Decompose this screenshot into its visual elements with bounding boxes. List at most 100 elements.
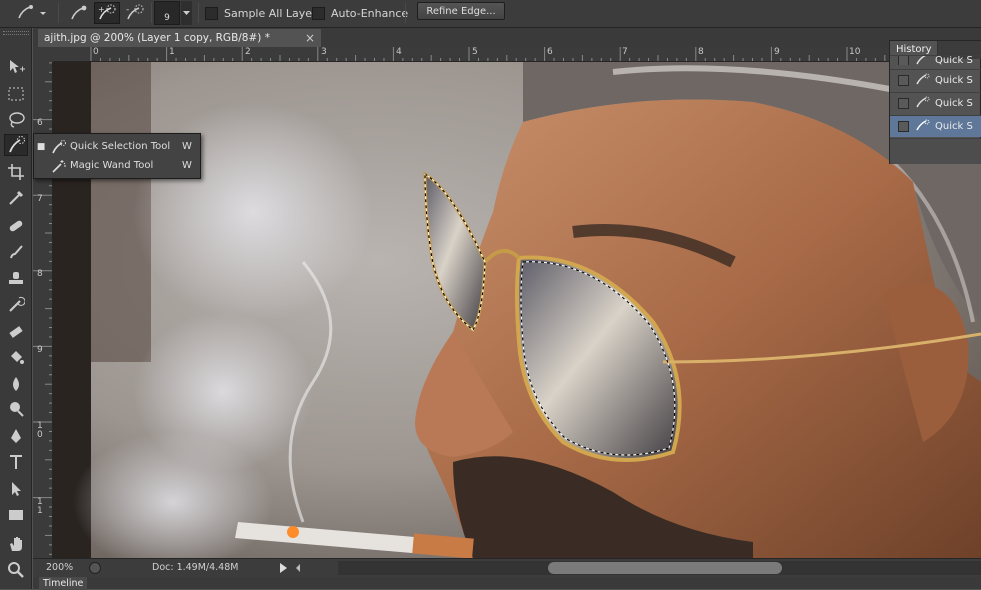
flyout-item-shortcut: W <box>182 141 192 152</box>
paint-bucket-tool[interactable] <box>4 346 28 368</box>
flyout-item-shortcut: W <box>182 160 192 171</box>
quick-selection-icon <box>915 56 935 65</box>
ruler-label: 2 <box>245 47 251 57</box>
history-snapshot-checkbox[interactable] <box>898 121 909 132</box>
ruler-label: 9 <box>774 47 780 57</box>
healing-brush-tool[interactable] <box>4 215 28 237</box>
checkbox-box <box>205 6 218 20</box>
ruler-label: 3 <box>321 47 327 57</box>
dodge-tool[interactable] <box>4 398 28 420</box>
pen-icon <box>11 429 21 443</box>
history-row-label: Quick S <box>935 55 973 65</box>
selected-bullet: ■ <box>36 141 46 152</box>
auto-enhance-checkbox[interactable]: Auto-Enhance <box>312 5 408 21</box>
history-snapshot-checkbox[interactable] <box>898 98 909 109</box>
ruler-label: 0 <box>93 47 99 57</box>
svg-text:-: - <box>126 5 129 15</box>
history-empty-area <box>890 138 981 164</box>
close-tab-button[interactable]: × <box>305 31 315 45</box>
marquee-tool[interactable] <box>4 83 28 105</box>
tool-preset-picker[interactable] <box>14 2 50 24</box>
rectangle-shape-icon <box>9 510 23 520</box>
bandage-icon <box>9 220 23 232</box>
move-tool[interactable] <box>4 56 28 78</box>
clone-stamp-tool[interactable] <box>4 268 28 290</box>
history-row[interactable]: Quick S <box>890 55 981 65</box>
history-row[interactable]: Quick S <box>890 92 981 114</box>
ruler-ticks <box>90 47 980 61</box>
magic-wand-icon <box>48 159 70 173</box>
type-tool[interactable] <box>4 451 28 473</box>
horizontal-ruler: 0 1 2 3 4 5 6 7 8 9 10 <box>53 47 981 62</box>
history-row-label: Quick S <box>935 75 973 86</box>
toolbox-grip[interactable] <box>3 31 29 35</box>
horizontal-scrollbar-thumb[interactable] <box>548 562 782 574</box>
history-snapshot-checkbox[interactable] <box>898 75 909 86</box>
ruler-label: 10 <box>37 421 43 440</box>
brush-icon <box>10 245 23 259</box>
history-row[interactable]: Quick S <box>890 69 981 91</box>
scroll-left-arrow-icon[interactable] <box>296 564 300 572</box>
quick-selection-icon <box>18 5 46 19</box>
quick-selection-icon <box>915 119 935 134</box>
history-brush-tool[interactable] <box>4 294 28 316</box>
timeline-tab[interactable]: Timeline <box>39 577 88 590</box>
magnifier-icon <box>8 562 24 578</box>
blur-tool[interactable] <box>4 373 28 395</box>
document-tab[interactable]: ajith.jpg @ 200% (Layer 1 copy, RGB/8#) … <box>38 29 321 47</box>
doc-size: Doc: 1.49M/4.48M <box>152 562 239 573</box>
flyout-item-magic-wand[interactable]: Magic Wand Tool W <box>34 156 200 175</box>
lasso-icon <box>9 112 25 128</box>
subtract-from-selection-button[interactable]: - <box>122 2 148 24</box>
blur-drop-icon <box>13 377 19 391</box>
history-row-label: Quick S <box>935 98 973 109</box>
paint-bucket-icon <box>11 351 24 364</box>
sample-all-layers-checkbox[interactable]: Sample All Layers <box>205 5 322 21</box>
history-row-current[interactable]: Quick S <box>890 115 981 137</box>
history-snapshot-checkbox[interactable] <box>898 56 909 65</box>
history-row-label: Quick S <box>935 121 973 132</box>
path-selection-tool[interactable] <box>4 478 28 500</box>
lasso-tool[interactable] <box>4 109 28 131</box>
add-to-selection-button[interactable]: + <box>94 2 120 24</box>
eraser-tool[interactable] <box>4 320 28 342</box>
flyout-item-quick-selection[interactable]: ■ Quick Selection Tool W <box>34 137 200 156</box>
arrow-cursor-icon <box>12 482 21 496</box>
rectangle-tool[interactable] <box>4 504 28 526</box>
ruler-label: 10 <box>849 47 861 57</box>
status-share-icon[interactable] <box>89 562 101 574</box>
zoom-tool[interactable] <box>4 559 28 581</box>
brush-size-picker[interactable]: 9 <box>154 1 180 25</box>
horizontal-scrollbar-track[interactable] <box>338 561 981 575</box>
new-selection-button[interactable] <box>66 2 92 24</box>
ruler-label: 8 <box>698 47 704 57</box>
eyedropper-tool[interactable] <box>4 187 28 209</box>
flyout-item-label: Quick Selection Tool <box>70 141 171 152</box>
status-menu-arrow-icon[interactable] <box>280 563 287 573</box>
move-icon <box>10 60 25 73</box>
refine-edge-button[interactable]: Refine Edge... <box>417 2 505 20</box>
hand-tool[interactable] <box>4 533 28 555</box>
zoom-level[interactable]: 200% <box>46 562 73 573</box>
brush-dropdown[interactable] <box>181 1 192 25</box>
ruler-origin[interactable] <box>33 47 53 62</box>
ruler-label: 6 <box>547 47 553 57</box>
quick-selection-tool[interactable] <box>4 134 28 156</box>
quick-selection-icon <box>915 96 935 111</box>
ruler-label: 1 <box>169 47 175 57</box>
ruler-label: 4 <box>396 47 402 57</box>
ruler-label: 11 <box>37 497 43 516</box>
quick-selection-icon <box>915 73 935 88</box>
quick-selection-add-icon: + <box>98 4 116 20</box>
checkbox-box <box>312 6 325 20</box>
quick-selection-subtract-icon: - <box>126 4 144 20</box>
eyedropper-icon <box>9 190 24 205</box>
ruler-label: 6 <box>37 118 43 128</box>
brush-tool[interactable] <box>4 241 28 263</box>
toolbox <box>0 28 32 589</box>
pen-tool[interactable] <box>4 425 28 447</box>
crop-tool[interactable] <box>4 161 28 183</box>
ruler-label: 5 <box>472 47 478 57</box>
dodge-icon <box>10 402 24 417</box>
hand-icon <box>10 537 22 551</box>
